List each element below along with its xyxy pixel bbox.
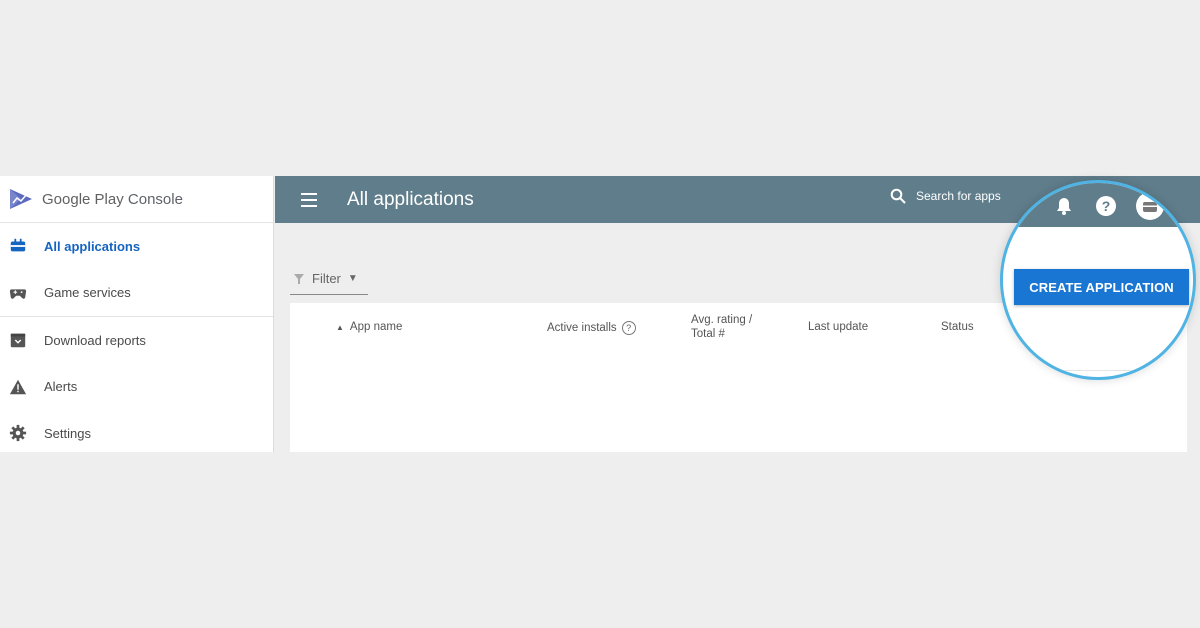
column-last-update[interactable]: Last update [808, 321, 868, 333]
toolbar-icons: ? [1055, 191, 1165, 221]
svg-text:?: ? [1102, 198, 1111, 214]
page-title: All applications [347, 188, 474, 210]
sort-ascending-icon: ▲ [336, 323, 344, 332]
column-active-installs[interactable]: Active installs? [547, 321, 636, 335]
play-console-logo-icon [10, 189, 32, 209]
help-icon[interactable]: ? [621, 321, 636, 335]
sidebar-item-label: All applications [44, 238, 141, 254]
zoom-topbar: ? [1003, 183, 1193, 227]
brand-header: Google Play Console [0, 176, 273, 223]
zoom-divider [1003, 370, 1193, 371]
android-icon [8, 236, 28, 256]
sidebar-item-label: Game services [44, 285, 131, 301]
bell-icon[interactable] [1055, 196, 1073, 216]
alert-icon [8, 377, 28, 397]
create-application-button[interactable]: CREATE APPLICATION [1014, 269, 1189, 305]
sidebar-item-download-reports[interactable]: Download reports [0, 317, 273, 364]
sidebar-item-settings[interactable]: Settings [0, 410, 273, 452]
avatar[interactable] [1135, 191, 1165, 221]
column-app-name[interactable]: ▲ App name [336, 321, 402, 333]
sidebar-item-label: Alerts [44, 379, 78, 395]
search-placeholder: Search for apps [916, 189, 1001, 203]
sidebar-item-alerts[interactable]: Alerts [0, 364, 273, 411]
gear-icon [8, 423, 28, 443]
search-box[interactable]: Search for apps [890, 188, 1001, 204]
menu-icon[interactable] [299, 192, 319, 208]
sidebar-item-label: Settings [44, 425, 91, 441]
search-icon [890, 188, 906, 204]
sidebar-item-all-applications[interactable]: All applications [0, 223, 273, 270]
sidebar-item-game-services[interactable]: Game services [0, 270, 273, 317]
gamepad-icon [8, 283, 28, 303]
column-status[interactable]: Status [941, 321, 974, 333]
column-avg-rating[interactable]: Avg. rating / Total # [691, 313, 771, 341]
filter-icon [294, 273, 304, 284]
sidebar-item-label: Download reports [44, 332, 146, 348]
chevron-down-icon: ▼ [347, 273, 358, 284]
help-circle-icon[interactable]: ? [1095, 195, 1117, 217]
download-icon [8, 330, 28, 350]
sidebar: Google Play Console All applications Gam… [0, 176, 274, 452]
zoom-callout: ? CREATE APPLICATION [1000, 180, 1196, 380]
filter-dropdown[interactable]: Filter ▼ [290, 263, 368, 295]
brand-name: Google Play Console [42, 190, 183, 208]
filter-label: Filter [312, 271, 341, 286]
